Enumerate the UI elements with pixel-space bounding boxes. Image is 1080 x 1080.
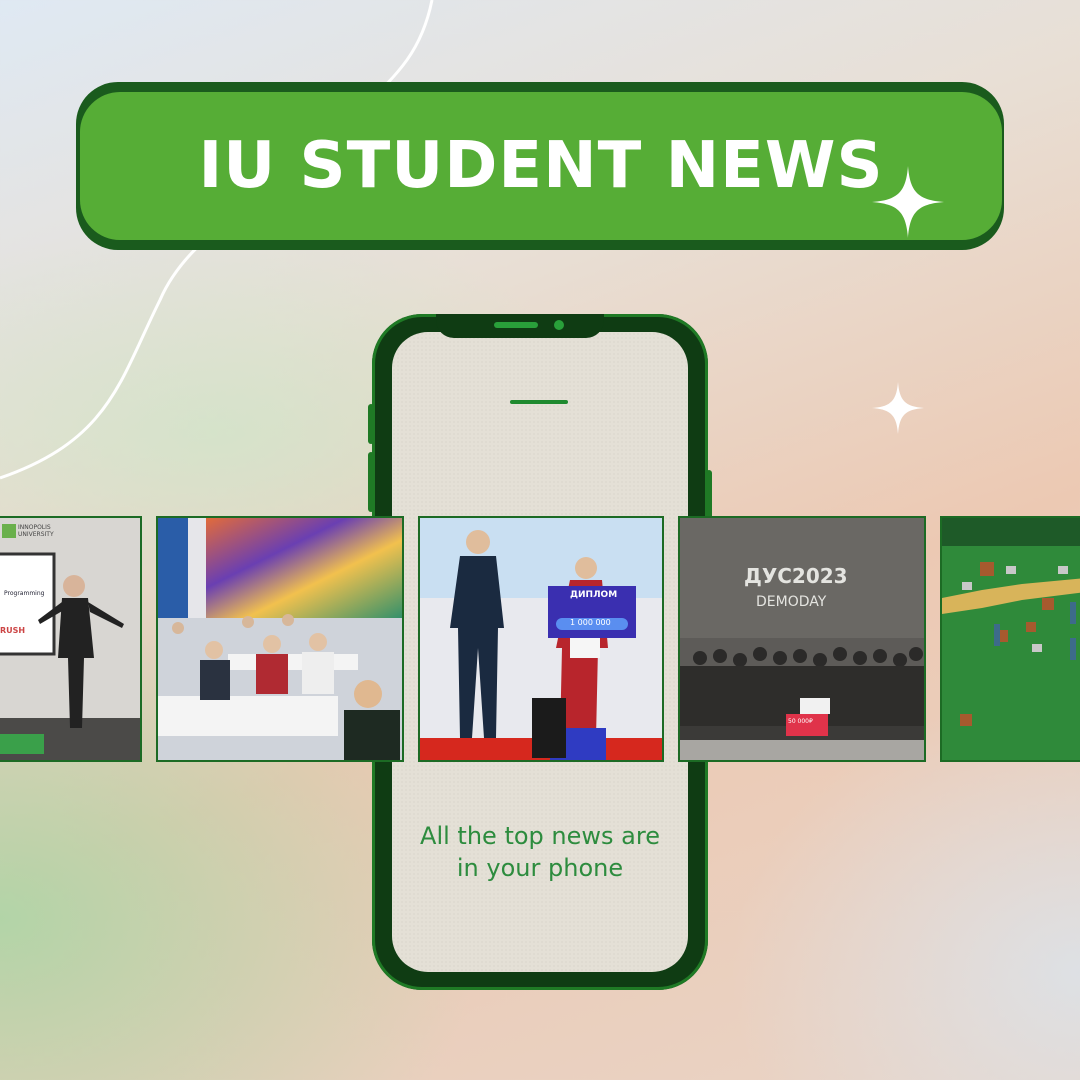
- diploma-title: ДИПЛОМ: [570, 590, 618, 600]
- phone-notch: [436, 314, 604, 338]
- banner-title: IU STUDENT NEWS: [198, 129, 884, 203]
- check-amount: 50 000₽: [788, 718, 813, 725]
- news-card-classroom[interactable]: [156, 516, 404, 762]
- phone-caption: All the top news are in your phone: [392, 820, 688, 884]
- slide-text: Programming: [4, 590, 45, 597]
- demoday-title: ДУС2023: [744, 564, 848, 588]
- screen-bar: [510, 400, 568, 404]
- classroom-photo: [158, 518, 402, 760]
- award-photo: [420, 518, 662, 760]
- title-banner: IU STUDENT NEWS: [80, 92, 1002, 240]
- caption-line-2: in your phone: [456, 854, 624, 882]
- game-map: [942, 518, 1080, 760]
- phone-button: [368, 452, 374, 512]
- sparkle-icon: [872, 382, 924, 434]
- speaker-photo: [0, 518, 140, 760]
- logo-text: INNOPOLIS: [18, 524, 51, 531]
- logo-text: UNIVERSITY: [18, 531, 54, 538]
- phone-button: [368, 404, 374, 444]
- slide-text: RUSH: [0, 626, 26, 635]
- caption-line-1: All the top news are: [420, 822, 660, 850]
- sparkle-icon: [872, 166, 944, 238]
- news-card-award[interactable]: ДИПЛОМ 1 000 000: [418, 516, 664, 762]
- news-card-speaker[interactable]: INNOPOLIS UNIVERSITY Programming RUSH: [0, 516, 142, 762]
- news-card-game[interactable]: [940, 516, 1080, 762]
- speaker-icon: [494, 322, 538, 328]
- camera-icon: [554, 320, 564, 330]
- diploma-amount: 1 000 000: [570, 618, 611, 627]
- demoday-photo: [680, 518, 924, 760]
- demoday-subtitle: DEMODAY: [756, 594, 827, 610]
- news-card-demoday[interactable]: ДУС2023 DEMODAY 50 000₽: [678, 516, 926, 762]
